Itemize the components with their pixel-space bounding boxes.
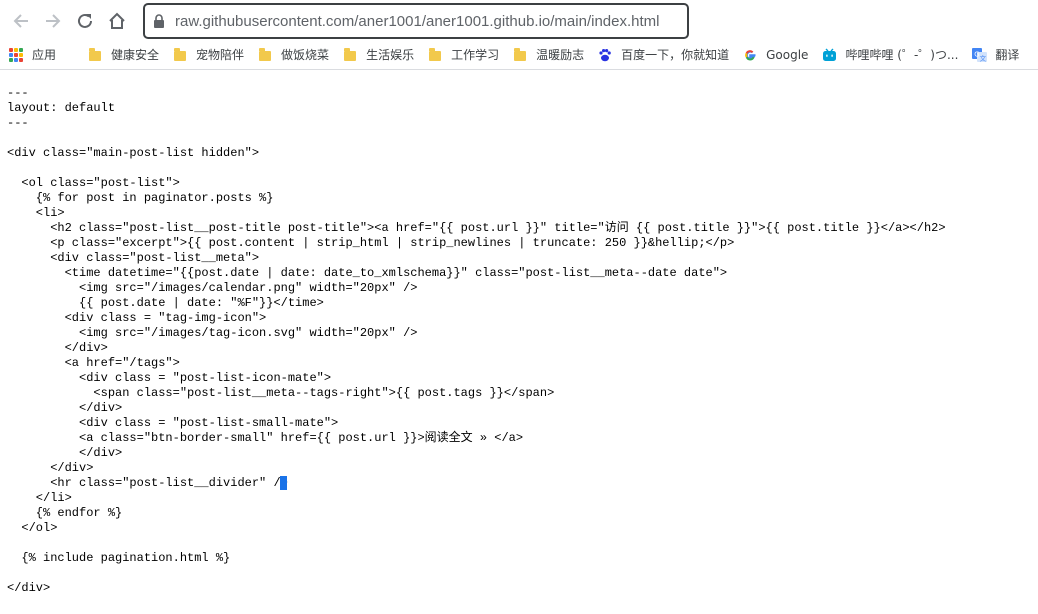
bookmark-folder-pets[interactable]: 宠物陪伴 bbox=[164, 43, 249, 67]
back-button[interactable] bbox=[9, 9, 33, 33]
svg-text:文: 文 bbox=[980, 53, 987, 62]
arrow-right-icon bbox=[46, 14, 61, 28]
folder-icon bbox=[342, 47, 358, 63]
home-icon bbox=[109, 12, 125, 29]
bookmark-label: 健康安全 bbox=[111, 48, 160, 62]
bookmarks-bar: 应用 健康安全 宠物陪伴 做饭烧菜 生活娱乐 工作学习 温暖励志 百度一下，你就… bbox=[0, 40, 1038, 70]
bookmark-baidu[interactable]: 百度一下，你就知道 bbox=[589, 43, 734, 67]
bookmark-apps[interactable]: 应用 bbox=[0, 43, 61, 67]
bookmark-folder-inspire[interactable]: 温暖励志 bbox=[504, 43, 589, 67]
lock-icon[interactable] bbox=[153, 13, 167, 29]
folder-icon bbox=[427, 47, 443, 63]
bookmark-label: 做饭烧菜 bbox=[281, 48, 330, 62]
bookmark-label: 翻译 bbox=[995, 48, 1020, 62]
bookmark-google[interactable]: Google bbox=[734, 43, 813, 67]
folder-icon bbox=[87, 47, 103, 63]
text-cursor bbox=[280, 476, 287, 490]
bookmark-label: 温暖励志 bbox=[536, 48, 585, 62]
arrow-left-icon bbox=[13, 14, 28, 28]
bookmark-label: Google bbox=[766, 47, 809, 62]
folder-icon bbox=[512, 47, 528, 63]
bookmark-label: 宠物陪伴 bbox=[196, 48, 245, 62]
home-button[interactable] bbox=[105, 9, 129, 33]
bookmark-label: 生活娱乐 bbox=[366, 48, 415, 62]
apps-grid-icon bbox=[8, 47, 24, 63]
bookmark-folder-work[interactable]: 工作学习 bbox=[419, 43, 504, 67]
folder-icon bbox=[257, 47, 273, 63]
bookmark-folder-life[interactable]: 生活娱乐 bbox=[334, 43, 419, 67]
source-code-text: --- layout: default --- <div class="main… bbox=[7, 86, 946, 595]
reload-button[interactable] bbox=[73, 9, 97, 33]
baidu-paw-icon bbox=[597, 47, 613, 63]
google-g-icon bbox=[742, 47, 758, 63]
bookmark-label: 哔哩哔哩 (゜-゜)つ... bbox=[845, 48, 959, 62]
url-text[interactable]: raw.githubusercontent.com/aner1001/aner1… bbox=[175, 13, 659, 30]
reload-icon bbox=[78, 13, 92, 28]
forward-button[interactable] bbox=[41, 9, 65, 33]
bookmark-folder-cooking[interactable]: 做饭烧菜 bbox=[249, 43, 334, 67]
bookmark-label: 工作学习 bbox=[451, 48, 500, 62]
address-bar[interactable]: raw.githubusercontent.com/aner1001/aner1… bbox=[143, 3, 689, 39]
bilibili-tv-icon bbox=[821, 47, 837, 63]
translate-icon: G 文 bbox=[971, 47, 987, 63]
raw-file-content: --- layout: default --- <div class="main… bbox=[7, 86, 1038, 614]
browser-toolbar: raw.githubusercontent.com/aner1001/aner1… bbox=[0, 0, 1038, 40]
bookmark-bilibili[interactable]: 哔哩哔哩 (゜-゜)つ... bbox=[813, 43, 963, 67]
bookmark-translate[interactable]: G 文 翻译 bbox=[963, 43, 1024, 67]
folder-icon bbox=[172, 47, 188, 63]
bookmark-folder-health[interactable]: 健康安全 bbox=[79, 43, 164, 67]
bookmark-label: 百度一下，你就知道 bbox=[621, 48, 730, 62]
bookmark-label: 应用 bbox=[32, 48, 57, 62]
